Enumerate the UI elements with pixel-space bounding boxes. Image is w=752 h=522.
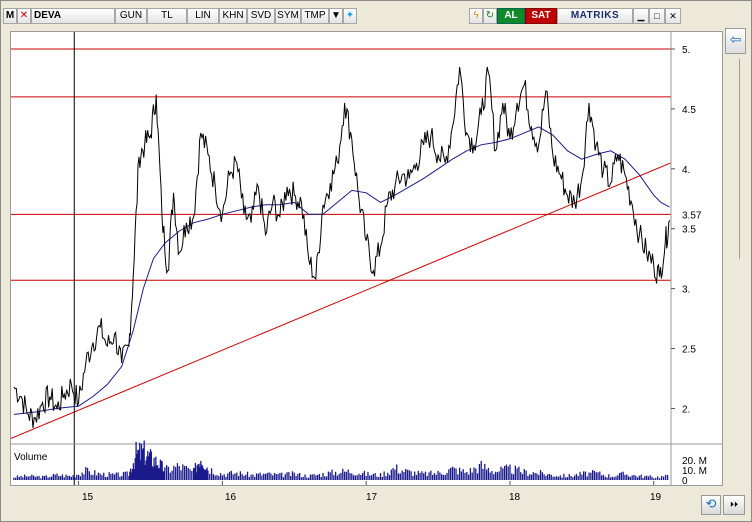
- x-tick-label-17: 17: [366, 492, 378, 503]
- menu-arrows-icon[interactable]: ⏵⏵: [723, 495, 745, 515]
- brand-label: MATRIKS: [557, 8, 633, 24]
- price-chart[interactable]: 5. 4.5 4. 3.5 3. 2.5 2. 3.57 Volume 20. M10. M0: [10, 32, 722, 487]
- buy-button[interactable]: AL: [497, 8, 525, 24]
- currency-button[interactable]: TL: [147, 8, 187, 24]
- chart-area[interactable]: 5. 4.5 4. 3.5 3. 2.5 2. 3.57 Volume 20. M 10. M0: [10, 31, 723, 487]
- tmp-button[interactable]: TMP: [301, 8, 329, 24]
- x-tick-label-16: 16: [225, 492, 237, 503]
- y-tick-label-2: 4.: [682, 165, 690, 176]
- side-scrollbar[interactable]: [739, 59, 745, 259]
- application-window: M ✕ DEVA GUN TL LIN KHN SVD SYM TMP ▼ ✦ …: [0, 0, 752, 522]
- refresh-icon[interactable]: ↻: [483, 8, 497, 24]
- period-button[interactable]: GUN: [115, 8, 147, 24]
- minimize-icon[interactable]: ▁: [633, 8, 649, 24]
- support-resistance-levels: [11, 48, 671, 281]
- moving-average-line: [13, 126, 670, 415]
- sell-button[interactable]: SAT: [525, 8, 557, 24]
- lightning-icon[interactable]: ϟ: [469, 8, 483, 24]
- y-tick-label-6: 2.: [682, 404, 690, 415]
- x-tick-label-18: 18: [509, 492, 521, 503]
- volume-panel: Volume 20. M10. M0: [11, 440, 722, 487]
- matriks-logo-button[interactable]: M: [3, 8, 17, 24]
- x-tick-label-15: 15: [82, 492, 94, 503]
- dropdown-arrow-icon[interactable]: ▼: [329, 8, 343, 24]
- khn-button[interactable]: KHN: [219, 8, 247, 24]
- svd-button[interactable]: SVD: [247, 8, 275, 24]
- maximize-icon[interactable]: □: [649, 8, 665, 24]
- x-tick-label-19: 19: [650, 492, 662, 503]
- price-line: [13, 66, 671, 429]
- sym-button[interactable]: SYM: [275, 8, 301, 24]
- volume-label: Volume: [14, 452, 48, 463]
- scale-button[interactable]: LIN: [187, 8, 219, 24]
- close-symbol-icon[interactable]: ✕: [17, 8, 31, 24]
- last-price-label: 3.57: [682, 210, 702, 221]
- symbol-field[interactable]: DEVA: [31, 8, 115, 24]
- x-axis: [78, 481, 655, 485]
- arrow-left-icon[interactable]: ⇦: [725, 28, 746, 54]
- volume-tick-label-2: 0: [682, 476, 688, 485]
- x-axis-labels: 15 16 17 18 19: [9, 488, 722, 504]
- y-tick-label-5: 2.5: [682, 345, 696, 356]
- y-tick-label-3: 3.5: [682, 225, 696, 236]
- y-tick-label-0: 5.: [682, 45, 690, 56]
- moving-average-group: [13, 126, 670, 415]
- price-series-group: [13, 66, 671, 429]
- y-tick-label-1: 4.5: [682, 105, 696, 116]
- close-window-icon[interactable]: ✕: [665, 8, 681, 24]
- chart-toolbar: M ✕ DEVA GUN TL LIN KHN SVD SYM TMP ▼ ✦ …: [3, 8, 751, 24]
- twitter-icon[interactable]: ✦: [343, 8, 357, 24]
- y-axis: 5. 4.5 4. 3.5 3. 2.5 2. 3.57: [670, 32, 702, 485]
- y-tick-label-4: 3.: [682, 285, 690, 296]
